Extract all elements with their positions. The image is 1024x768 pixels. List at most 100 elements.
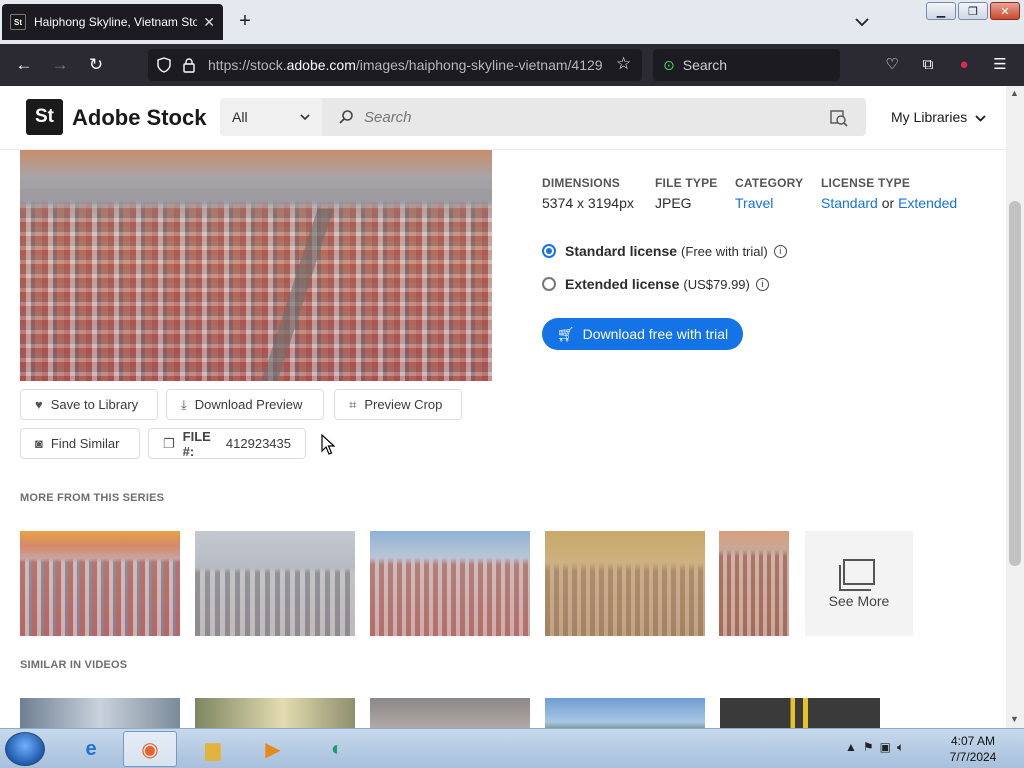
- find-similar-label: Find Similar: [50, 436, 120, 451]
- shield-icon[interactable]: [156, 57, 172, 73]
- find-similar-button[interactable]: ◙ Find Similar: [20, 428, 140, 459]
- site-title[interactable]: Adobe Stock: [72, 105, 206, 131]
- extended-license-link[interactable]: Extended: [898, 195, 957, 211]
- search-engine-icon: ⊙: [663, 56, 675, 73]
- license-type-label: LICENSE TYPE: [821, 176, 911, 190]
- close-window-button[interactable]: ✕: [990, 2, 1020, 20]
- reload-icon[interactable]: ↻: [84, 53, 108, 77]
- preview-crop-button[interactable]: ⌗ Preview Crop: [334, 389, 462, 420]
- search-placeholder: Search: [682, 57, 728, 73]
- restore-button[interactable]: ❐: [958, 2, 988, 20]
- road: [252, 209, 334, 381]
- scroll-up-arrow-icon[interactable]: ▲: [1010, 88, 1019, 98]
- browser-search-box[interactable]: ⊙ Search: [653, 49, 840, 81]
- file-number-button[interactable]: ❐ FILE #: 412923435: [148, 428, 306, 459]
- info-icon[interactable]: i: [755, 277, 769, 291]
- horizon-haze: [20, 189, 492, 219]
- series-thumbnail[interactable]: [545, 531, 705, 636]
- download-free-trial-button[interactable]: 🛒︎ Download free with trial: [542, 318, 743, 350]
- page-scrollbar[interactable]: ▲ ▼: [1006, 86, 1024, 728]
- volume-muted-icon[interactable]: 🔈︎: [897, 740, 904, 755]
- bookmark-star-icon[interactable]: ☆: [616, 54, 631, 74]
- download-preview-label: Download Preview: [194, 397, 303, 412]
- network-icon[interactable]: ▣: [880, 740, 891, 755]
- visual-search-icon[interactable]: [830, 109, 848, 127]
- new-tab-button[interactable]: +: [233, 10, 257, 34]
- video-thumbnail[interactable]: [370, 698, 530, 728]
- back-arrow-icon[interactable]: ←: [12, 53, 36, 77]
- save-to-library-label: Save to Library: [50, 397, 139, 412]
- series-section-title: MORE FROM THIS SERIES: [20, 492, 165, 504]
- file-explorer-icon[interactable]: ▆: [186, 731, 240, 767]
- lock-icon[interactable]: [182, 57, 196, 73]
- pocket-icon[interactable]: ♡: [880, 53, 904, 77]
- see-more-label: See More: [828, 592, 890, 609]
- standard-license-option[interactable]: Standard license (Free with trial) i: [542, 243, 787, 259]
- filetype-spec: FILE TYPE JPEG: [655, 176, 717, 211]
- window-controls: ▁ ❐ ✕: [926, 2, 1020, 20]
- download-icon: ⤓: [181, 396, 187, 412]
- scroll-down-arrow-icon[interactable]: ▼: [1010, 714, 1019, 724]
- firefox-icon[interactable]: ◉: [123, 731, 177, 767]
- minimize-button[interactable]: ▁: [926, 2, 956, 20]
- app-icon[interactable]: ◐: [310, 731, 364, 767]
- web-page: St Adobe Stock All My Libraries ♥ Save t…: [0, 86, 1006, 728]
- url-text[interactable]: https://stock.adobe.com/images/haiphong-…: [208, 57, 608, 73]
- system-clock[interactable]: 4:07 AM 7/7/2024: [940, 733, 1006, 765]
- list-all-tabs-button[interactable]: [852, 12, 876, 32]
- my-libraries-menu[interactable]: My Libraries: [891, 109, 986, 125]
- media-player-icon[interactable]: ▶: [246, 731, 300, 767]
- info-icon[interactable]: i: [773, 244, 787, 258]
- series-thumbnail[interactable]: [719, 531, 789, 636]
- preview-image[interactable]: [20, 149, 492, 381]
- search-icon: [339, 110, 353, 124]
- dimensions-spec: DIMENSIONS 5374 x 3194px: [542, 176, 634, 211]
- category-spec: CATEGORY Travel: [735, 176, 803, 211]
- address-bar[interactable]: https://stock.adobe.com/images/haiphong-…: [148, 49, 642, 81]
- see-more-button[interactable]: See More: [805, 531, 913, 636]
- extensions-icon[interactable]: ⧉: [916, 53, 940, 77]
- search-input[interactable]: [364, 108, 804, 126]
- internet-explorer-icon[interactable]: e: [64, 731, 118, 767]
- video-thumbnail[interactable]: [195, 698, 355, 728]
- close-tab-icon[interactable]: ✕: [203, 14, 215, 31]
- filetype-value: JPEG: [655, 195, 692, 211]
- camera-icon: ◙: [35, 436, 43, 451]
- addon-icon[interactable]: ●: [952, 53, 976, 77]
- standard-license-link[interactable]: Standard: [821, 195, 878, 211]
- video-thumbnail[interactable]: [20, 698, 180, 728]
- download-preview-button[interactable]: ⤓ Download Preview: [166, 389, 324, 420]
- file-number-value: 412923435: [225, 436, 291, 451]
- extended-license-option[interactable]: Extended license (US$79.99) i: [542, 276, 769, 292]
- chevron-down-icon: [975, 115, 986, 122]
- category-select[interactable]: All: [220, 98, 322, 136]
- menu-icon[interactable]: ☰: [988, 53, 1012, 77]
- extended-license-radio[interactable]: [542, 277, 556, 291]
- adobe-stock-favicon-icon: St: [10, 14, 26, 30]
- standard-license-radio[interactable]: [542, 244, 556, 258]
- clock-date: 7/7/2024: [949, 750, 997, 764]
- series-thumbnail[interactable]: [195, 531, 355, 636]
- video-thumbnail[interactable]: [545, 698, 705, 728]
- stock-search-box[interactable]: [322, 98, 866, 136]
- copy-icon: ❐: [163, 435, 175, 451]
- tray-expand-icon[interactable]: ▲: [845, 740, 857, 755]
- series-thumbnail[interactable]: [370, 531, 530, 636]
- extended-license-note: (US$79.99): [683, 276, 750, 292]
- preview-crop-label: Preview Crop: [364, 397, 443, 412]
- scrollbar-thumb[interactable]: [1009, 201, 1021, 566]
- mouse-cursor-icon: [321, 434, 335, 455]
- forward-arrow-icon[interactable]: →: [48, 53, 72, 77]
- adobe-stock-logo-icon[interactable]: St: [26, 99, 63, 135]
- save-to-library-button[interactable]: ♥ Save to Library: [20, 389, 158, 420]
- flag-icon[interactable]: ⚑: [863, 740, 874, 755]
- series-thumbnail[interactable]: [20, 531, 180, 636]
- chevron-down-icon: [855, 18, 869, 27]
- video-thumbnail[interactable]: [720, 698, 880, 728]
- site-header: St Adobe Stock All My Libraries: [0, 86, 1006, 150]
- browser-tab[interactable]: St Haiphong Skyline, Vietnam Stoc ✕: [2, 4, 223, 40]
- dimensions-label: DIMENSIONS: [542, 176, 621, 190]
- start-button[interactable]: [5, 732, 45, 766]
- category-label: CATEGORY: [735, 176, 804, 190]
- category-link[interactable]: Travel: [735, 195, 803, 211]
